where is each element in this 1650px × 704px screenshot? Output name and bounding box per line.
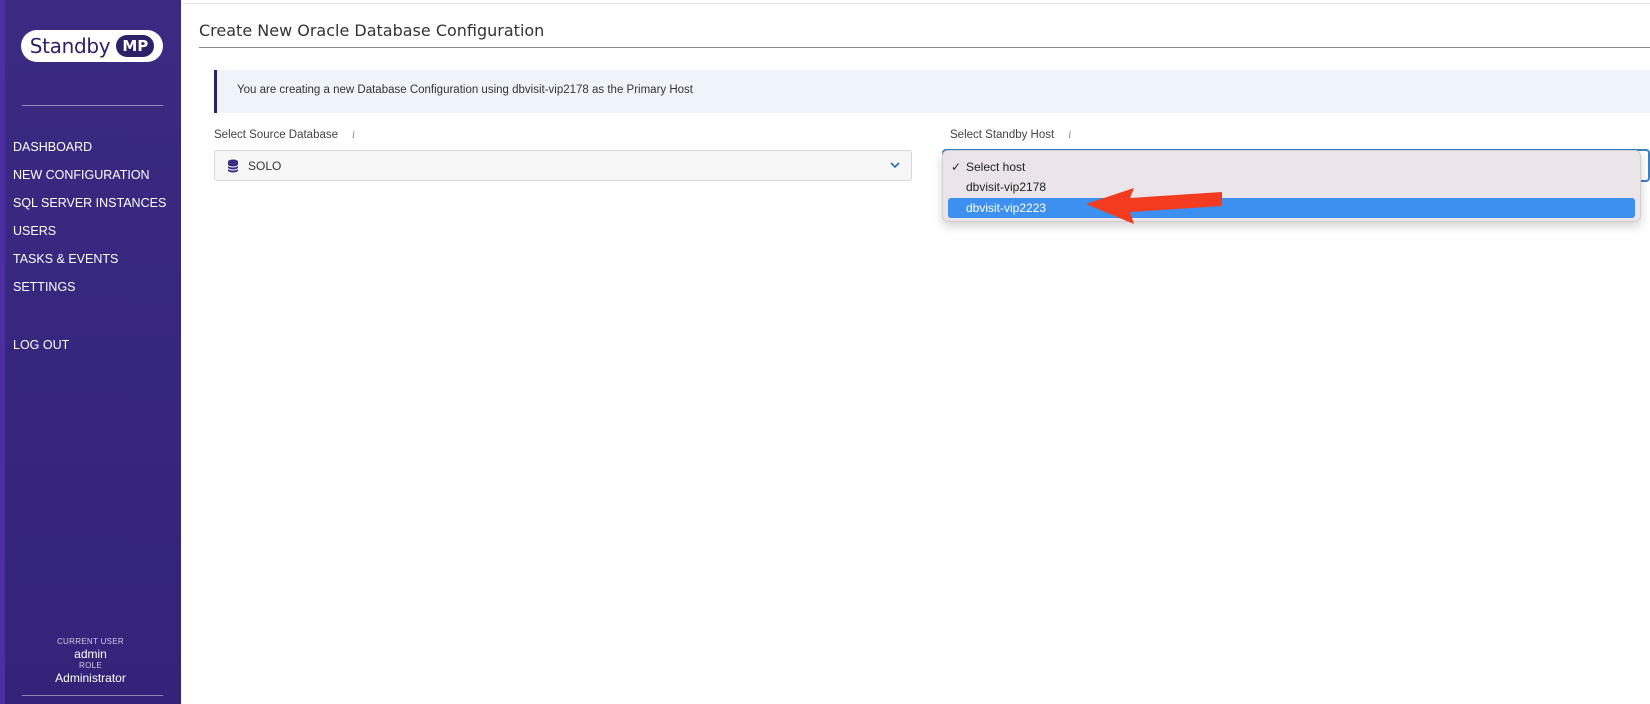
standby-mp-logo[interactable]: Standby MP — [21, 30, 163, 62]
sidebar-item-new-configuration[interactable]: NEW CONFIGURATION — [13, 165, 166, 193]
sidebar-item-dashboard[interactable]: DASHBOARD — [13, 137, 166, 165]
logo-word: Standby — [29, 34, 111, 58]
checkmark-icon: ✓ — [951, 160, 962, 174]
standby-host-label: Select Standby Host — [950, 129, 1055, 141]
page-title: Create New Oracle Database Configuration — [199, 21, 545, 40]
source-database-label-row: Select Source Database i — [214, 129, 355, 141]
option-label: dbvisit-vip2178 — [966, 180, 1047, 194]
logo-badge: MP — [116, 35, 155, 57]
current-user-block: CURRENT USER admin ROLE Administrator — [0, 637, 181, 685]
info-icon[interactable]: i — [1068, 130, 1071, 141]
title-divider — [199, 47, 1650, 48]
logout-link[interactable]: LOG OUT — [13, 338, 69, 352]
option-label: Select host — [966, 160, 1026, 174]
standby-host-dropdown: ✓ Select host dbvisit-vip2178 dbvisit-vi… — [942, 150, 1641, 222]
sidebar-nav: DASHBOARD NEW CONFIGURATION SQL SERVER I… — [13, 137, 166, 305]
current-user-name: admin — [74, 647, 107, 661]
standby-host-label-row: Select Standby Host i — [950, 129, 1071, 141]
sidebar-divider — [22, 105, 163, 106]
role-value: Administrator — [55, 671, 126, 685]
info-banner: You are creating a new Database Configur… — [214, 70, 1650, 113]
dropdown-option-host[interactable]: dbvisit-vip2178 — [948, 177, 1635, 197]
sidebar: Standby MP DASHBOARD NEW CONFIGURATION S… — [0, 0, 181, 704]
role-caption: ROLE — [79, 661, 102, 670]
source-database-select[interactable]: SOLO — [214, 150, 912, 181]
sidebar-item-users[interactable]: USERS — [13, 221, 166, 249]
chevron-down-icon — [890, 162, 900, 169]
info-banner-text: You are creating a new Database Configur… — [237, 84, 693, 96]
database-icon — [227, 159, 239, 173]
top-border — [181, 3, 1650, 4]
dropdown-option-select-host[interactable]: ✓ Select host — [948, 157, 1635, 177]
sidebar-bottom-divider — [22, 695, 163, 696]
current-user-caption: CURRENT USER — [56, 637, 124, 646]
sidebar-item-tasks-events[interactable]: TASKS & EVENTS — [13, 249, 166, 277]
option-label: dbvisit-vip2223 — [966, 201, 1047, 215]
source-database-label: Select Source Database — [214, 129, 339, 141]
sidebar-item-settings[interactable]: SETTINGS — [13, 277, 166, 305]
sidebar-accent — [0, 0, 5, 704]
sidebar-item-sql-server-instances[interactable]: SQL SERVER INSTANCES — [13, 193, 166, 221]
source-database-value: SOLO — [248, 159, 282, 173]
info-icon[interactable]: i — [352, 130, 355, 141]
dropdown-option-host-highlighted[interactable]: dbvisit-vip2223 — [948, 198, 1635, 218]
